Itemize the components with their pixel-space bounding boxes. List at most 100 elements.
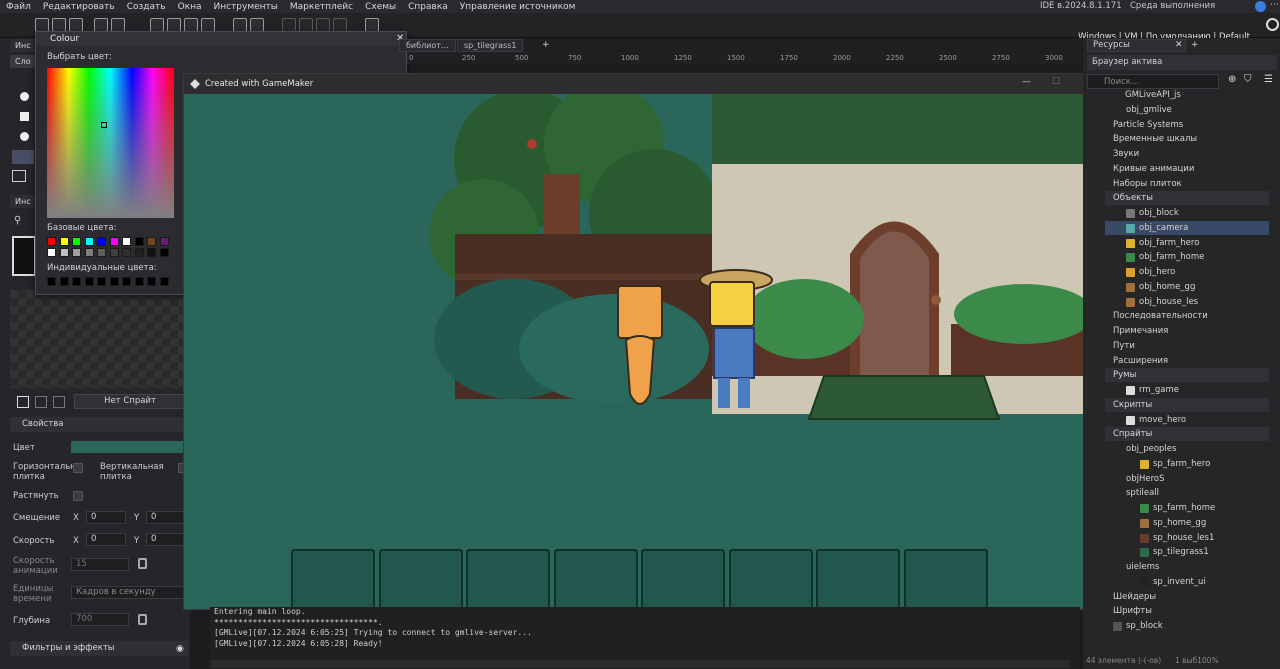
asset-item-row[interactable]: obj_home_gg <box>1139 280 1195 294</box>
menu-marketplace[interactable]: Маркетплейс <box>284 2 359 12</box>
filters-header[interactable]: Фильтры и эффекты <box>10 641 188 656</box>
base-color-swatch[interactable] <box>122 248 131 257</box>
asset-folder-row[interactable]: Последовательности <box>1113 309 1208 323</box>
save-project-icon[interactable] <box>69 18 83 32</box>
base-color-swatch[interactable] <box>97 248 106 257</box>
layer-add-icon[interactable] <box>20 112 29 121</box>
more-icon[interactable]: ⋯ <box>1270 0 1279 10</box>
properties-header[interactable]: Свойства <box>10 417 188 432</box>
base-color-swatch[interactable] <box>159 248 169 257</box>
redo-icon[interactable] <box>111 18 125 32</box>
asset-folder-row[interactable]: Примечания <box>1113 324 1168 338</box>
run-icon[interactable] <box>167 18 181 32</box>
asset-item-row[interactable]: objHeroS <box>1126 472 1164 486</box>
horizontal-tile-checkbox[interactable] <box>73 463 83 473</box>
menu-file[interactable]: Файл <box>0 2 37 12</box>
menu-edit[interactable]: Редактировать <box>37 2 121 12</box>
asset-item-row[interactable]: obj_farm_home <box>1139 250 1204 264</box>
base-color-swatch[interactable] <box>47 237 56 246</box>
asset-item-row[interactable]: GMLiveAPI_js <box>1125 88 1181 102</box>
custom-color-swatch[interactable] <box>147 277 156 286</box>
asset-section-row[interactable]: Объекты <box>1105 191 1269 206</box>
time-units-select[interactable]: Кадров в секунду <box>71 586 184 599</box>
menu-create[interactable]: Создать <box>121 2 172 12</box>
asset-folder-row[interactable]: Расширения <box>1113 354 1168 368</box>
asset-item-row[interactable]: obj_peoples <box>1126 442 1176 456</box>
layer-dot-icon[interactable] <box>20 92 29 101</box>
asset-item-row[interactable]: sp_invent_ui <box>1153 575 1206 589</box>
asset-folder-row[interactable]: Шейдеры <box>1113 590 1156 604</box>
asset-item-row[interactable]: sptileall <box>1126 486 1159 500</box>
picker-crosshair-icon[interactable] <box>101 122 107 128</box>
speed-y-field[interactable]: 0 <box>146 533 184 546</box>
lock-icon[interactable] <box>138 614 147 625</box>
base-color-swatch[interactable] <box>72 248 81 257</box>
base-color-swatch[interactable] <box>109 237 119 246</box>
new-project-icon[interactable] <box>35 18 49 32</box>
base-color-swatch[interactable] <box>47 248 56 257</box>
lock-icon[interactable] <box>138 558 147 569</box>
asset-item-row[interactable]: obj_hero <box>1139 265 1175 279</box>
base-color-swatch[interactable] <box>59 237 69 246</box>
add-resource-icon[interactable]: ⊕ <box>1228 74 1236 85</box>
minimize-icon[interactable]: — <box>1022 77 1031 87</box>
fit-icon[interactable] <box>333 18 347 32</box>
maximize-icon[interactable]: ☐ <box>1052 77 1060 87</box>
custom-color-swatch[interactable] <box>109 277 119 286</box>
menu-icon[interactable]: ☰ <box>1264 74 1273 85</box>
asset-folder-row[interactable]: Кривые анимации <box>1113 162 1194 176</box>
base-color-swatch[interactable] <box>134 248 144 257</box>
tab-library[interactable]: библиот… <box>399 39 456 52</box>
eye-icon[interactable]: ◉ <box>176 644 184 654</box>
asset-folder-row[interactable]: Шрифты <box>1113 604 1152 618</box>
asset-item-row[interactable]: sp_home_gg <box>1153 516 1206 530</box>
base-color-swatch[interactable] <box>59 248 69 257</box>
add-tab-icon[interactable]: + <box>1191 40 1199 50</box>
custom-color-swatch[interactable] <box>84 277 94 286</box>
menu-source-control[interactable]: Управление источником <box>454 2 582 12</box>
asset-item-row[interactable]: obj_farm_hero <box>1139 236 1199 250</box>
color-swatch-field[interactable] <box>71 441 184 453</box>
asset-item-row[interactable]: uielems <box>1126 560 1159 574</box>
asset-item-row[interactable]: move_hero <box>1139 413 1186 427</box>
menu-schemes[interactable]: Схемы <box>359 2 402 12</box>
speed-x-field[interactable]: 0 <box>86 533 126 546</box>
anim-speed-field[interactable]: 15 <box>71 558 129 571</box>
close-icon[interactable]: ✕ <box>1175 40 1183 50</box>
base-color-swatch[interactable] <box>159 237 169 246</box>
base-color-swatch[interactable] <box>122 237 131 246</box>
base-color-swatch[interactable] <box>72 237 81 246</box>
asset-item-row[interactable]: rm_game <box>1139 383 1179 397</box>
asset-folder-row[interactable]: Наборы плиток <box>1113 177 1182 191</box>
custom-color-swatch[interactable] <box>47 277 56 286</box>
base-color-swatch[interactable] <box>84 237 94 246</box>
custom-color-swatch[interactable] <box>97 277 106 286</box>
asset-item-row[interactable]: sp_house_les1 <box>1153 531 1214 545</box>
offset-x-field[interactable]: 0 <box>86 511 126 524</box>
stretch-checkbox[interactable] <box>73 491 83 501</box>
clean-icon[interactable] <box>201 18 215 32</box>
tab-instances[interactable]: Инс <box>10 39 36 52</box>
asset-folder-row[interactable]: Звуки <box>1113 147 1139 161</box>
layer-dot-icon[interactable] <box>20 132 29 141</box>
zoom-out-icon[interactable] <box>282 18 296 32</box>
custom-color-swatch[interactable] <box>122 277 131 286</box>
output-window-icon[interactable] <box>365 18 379 32</box>
color-picker-field[interactable] <box>47 68 174 218</box>
image-layer-icon[interactable] <box>12 170 26 182</box>
custom-color-swatch[interactable] <box>134 277 144 286</box>
sprite-select-button[interactable]: Нет Спрайт <box>74 394 186 409</box>
console-scrollbar[interactable] <box>210 660 1070 668</box>
menu-tools[interactable]: Инструменты <box>208 2 284 12</box>
help-icon[interactable] <box>250 18 264 32</box>
asset-item-row[interactable]: obj_block <box>1139 206 1179 220</box>
debug-icon[interactable] <box>150 18 164 32</box>
settings-icon[interactable] <box>233 18 247 32</box>
tab-inspector[interactable]: Инс <box>10 195 36 208</box>
asset-item-row[interactable]: sp_block <box>1126 619 1163 633</box>
offset-y-field[interactable]: 0 <box>146 511 184 524</box>
asset-search-input[interactable]: Поиск... <box>1087 74 1219 89</box>
zoom-reset-icon[interactable] <box>299 18 313 32</box>
filter-icon[interactable]: ⛉ <box>1244 74 1252 85</box>
undo-icon[interactable] <box>94 18 108 32</box>
